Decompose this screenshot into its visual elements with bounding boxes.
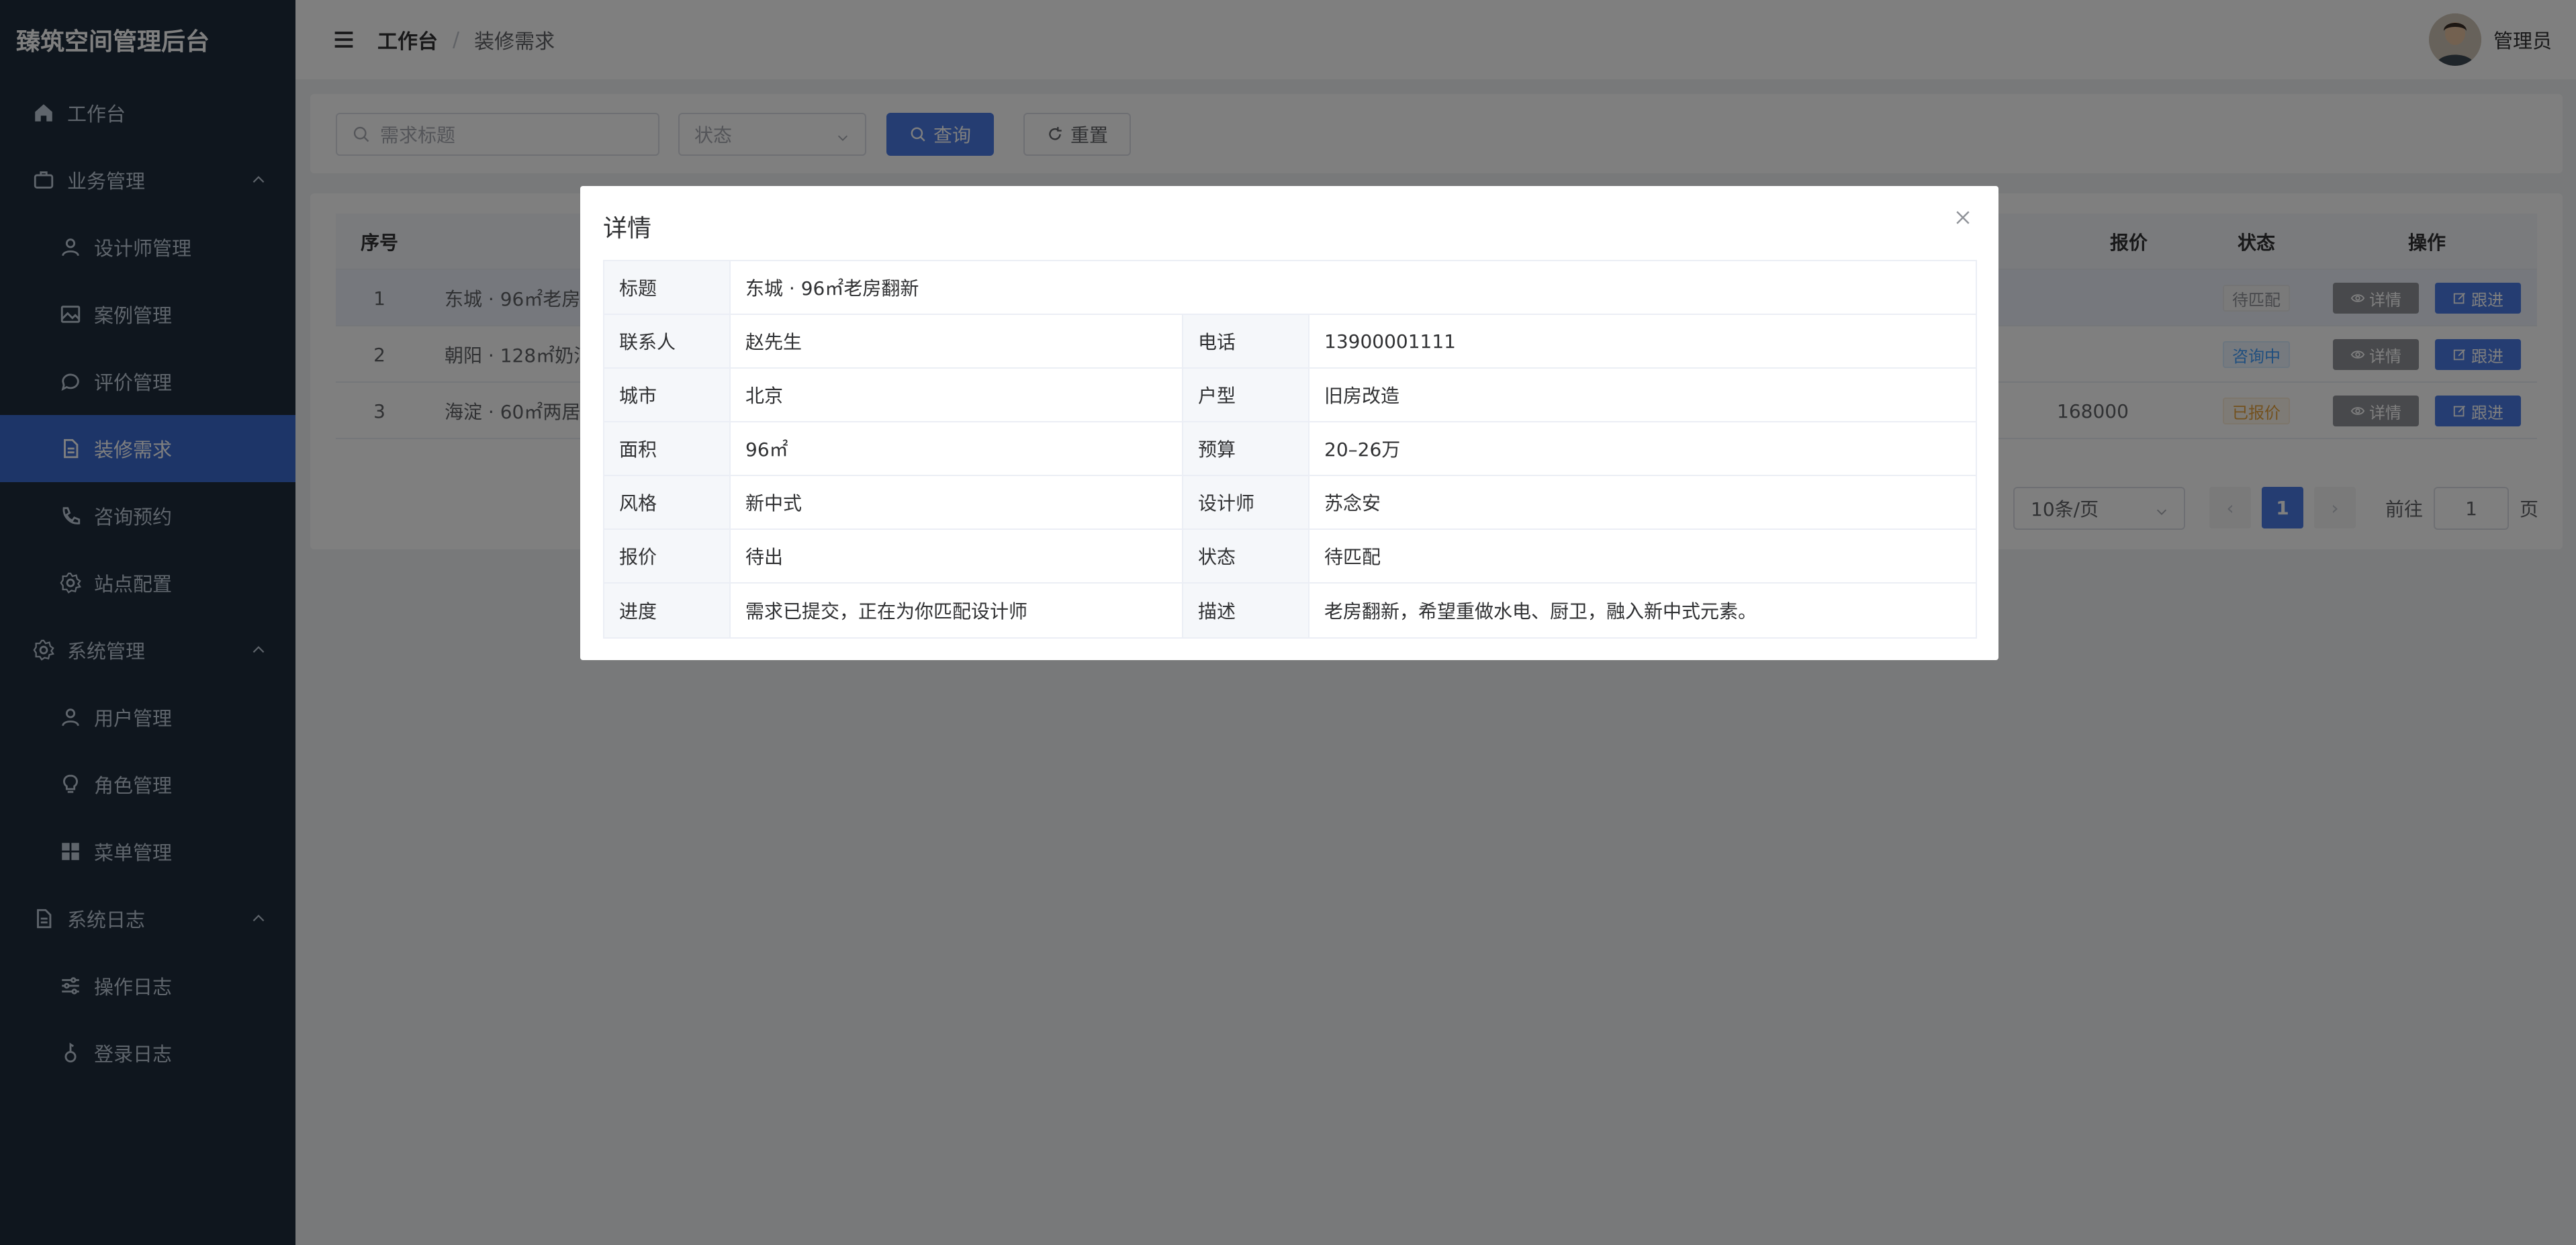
field-label: 户型: [1183, 369, 1309, 421]
detail-row-style: 风格 新中式 设计师 苏念安: [604, 476, 1976, 530]
field-value-designer: 苏念安: [1324, 492, 1381, 514]
field-value-quote: 待出: [731, 530, 1183, 582]
field-label: 报价: [604, 530, 731, 582]
detail-row-progress: 进度 需求已提交，正在为你匹配设计师 描述 老房翻新，希望重做水电、厨卫，融入新…: [604, 584, 1976, 637]
field-value-area: 96㎡: [731, 422, 1183, 475]
field-label: 风格: [604, 476, 731, 528]
detail-row-contact: 联系人 赵先生 电话 13900001111: [604, 315, 1976, 369]
detail-row-area: 面积 96㎡ 预算 20–26万: [604, 422, 1976, 476]
close-icon[interactable]: [1953, 208, 1973, 228]
detail-row-city: 城市 北京 户型 旧房改造: [604, 369, 1976, 422]
field-value-house-type: 旧房改造: [1324, 385, 1400, 407]
field-value-status: 待匹配: [1324, 546, 1381, 568]
field-label: 标题: [604, 261, 731, 314]
field-label: 设计师: [1183, 476, 1309, 528]
field-label: 城市: [604, 369, 731, 421]
detail-row-title: 标题 东城 · 96㎡老房翻新: [604, 261, 1976, 315]
field-value-style: 新中式: [731, 476, 1183, 528]
field-label: 预算: [1183, 422, 1309, 475]
detail-row-quote: 报价 待出 状态 待匹配: [604, 530, 1976, 584]
field-label: 联系人: [604, 315, 731, 367]
field-label: 状态: [1183, 530, 1309, 582]
detail-dialog: 详情 标题 东城 · 96㎡老房翻新 联系人 赵先生 电话 1390000111…: [580, 186, 1998, 660]
field-value-contact: 赵先生: [731, 315, 1183, 367]
field-value-phone: 13900001111: [1324, 330, 1456, 353]
detail-table: 标题 东城 · 96㎡老房翻新 联系人 赵先生 电话 13900001111 城…: [603, 260, 1977, 639]
field-value-title: 东城 · 96㎡老房翻新: [745, 277, 919, 299]
field-label: 面积: [604, 422, 731, 475]
field-label: 电话: [1183, 315, 1309, 367]
field-value-city: 北京: [731, 369, 1183, 421]
field-label: 描述: [1183, 584, 1309, 637]
field-label: 进度: [604, 584, 731, 637]
dialog-title: 详情: [603, 215, 652, 242]
field-value-desc: 老房翻新，希望重做水电、厨卫，融入新中式元素。: [1324, 600, 1757, 622]
field-value-budget: 20–26万: [1324, 439, 1401, 461]
field-value-progress: 需求已提交，正在为你匹配设计师: [731, 584, 1183, 637]
